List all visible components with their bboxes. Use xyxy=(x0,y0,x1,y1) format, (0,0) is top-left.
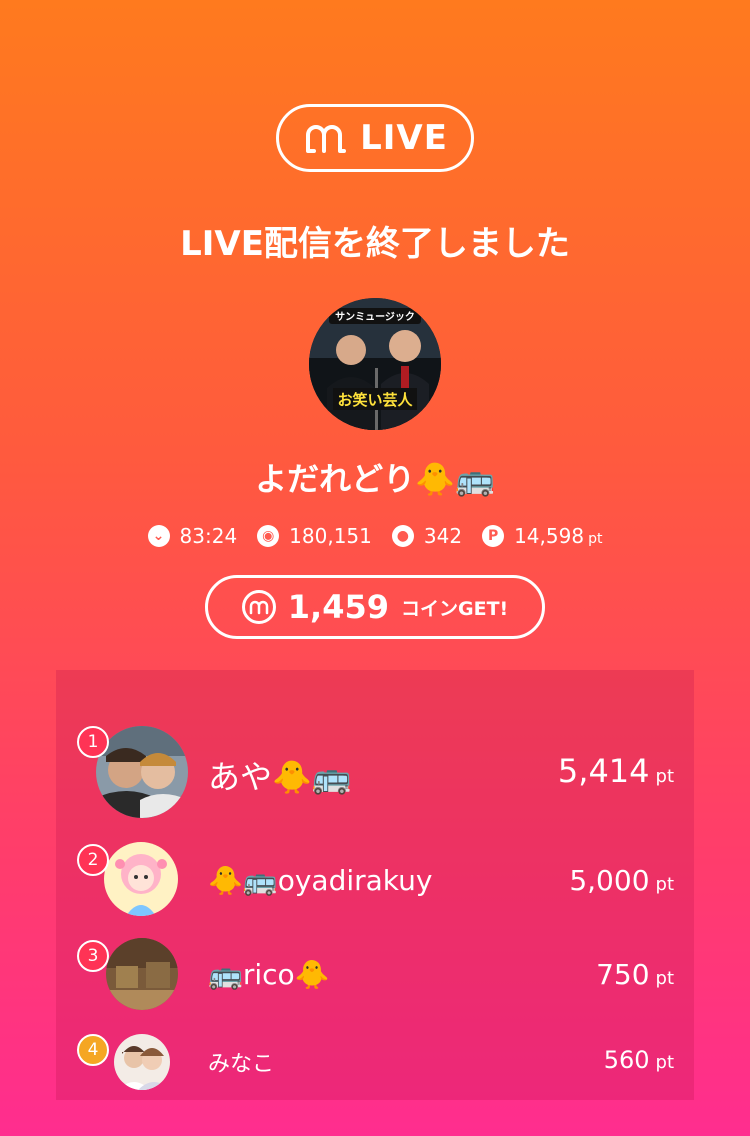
points-icon: P xyxy=(482,525,505,547)
ranking-score: 5,000 pt xyxy=(569,864,674,897)
host-name: よだれどり🐥🚌 xyxy=(255,460,495,498)
score-value: 5,000 xyxy=(569,864,650,897)
comment-bubble-icon: ● xyxy=(391,525,414,547)
rank-badge: 4 xyxy=(77,1034,109,1066)
avatar[interactable] xyxy=(104,842,178,916)
clock-icon: ⌄ xyxy=(147,525,170,547)
ranking-row[interactable]: 1 あや🐥🚌 5,414 pt xyxy=(56,724,694,820)
rank-badge: 3 xyxy=(77,940,109,972)
avatar[interactable] xyxy=(114,1034,170,1090)
score-value: 750 xyxy=(596,958,650,991)
coin-icon xyxy=(241,590,276,624)
ranking-score: 560 pt xyxy=(604,1046,674,1074)
logo-text: LIVE xyxy=(360,118,448,158)
duration-value: 83:24 xyxy=(179,524,238,548)
live-ended-title: LIVE配信を終了しました xyxy=(180,224,570,264)
ranking-row[interactable]: 3 🚌rico🐥 750 pt xyxy=(56,934,694,1014)
score-unit: pt xyxy=(655,766,674,787)
score-unit: pt xyxy=(655,968,674,989)
avatar[interactable] xyxy=(96,726,188,818)
score-unit: pt xyxy=(655,1052,674,1073)
ranking-username: 🐥🚌oyadirakuy xyxy=(208,864,433,897)
ranking-row[interactable]: 2 🐥🚌oyadirakuy 5,000 pt xyxy=(56,838,694,918)
stat-points: P 14,598 pt xyxy=(482,524,602,548)
ranking-username: 🚌rico🐥 xyxy=(208,958,330,991)
coin-amount: 1,459 xyxy=(287,588,389,626)
rank-badge: 2 xyxy=(77,844,109,876)
mirrativ-m-icon xyxy=(306,125,347,153)
avatar-caption-top: サンミュージック xyxy=(335,311,415,323)
avatar[interactable] xyxy=(106,938,178,1010)
stat-comments: ● 342 xyxy=(391,524,463,548)
rank-badge: 1 xyxy=(77,726,109,758)
coin-suffix: コインGET! xyxy=(401,597,509,620)
stat-duration: ⌄ 83:24 xyxy=(147,524,238,548)
host-avatar[interactable]: サンミュージック お笑い芸人 xyxy=(309,298,441,430)
points-unit: pt xyxy=(588,531,603,547)
ranking-score: 5,414 pt xyxy=(558,752,674,790)
live-logo: LIVE xyxy=(276,104,474,172)
stats-row: ⌄ 83:24 ◉ 180,151 ● 342 P 14,598 pt xyxy=(0,524,750,548)
avatar-caption-bottom: お笑い芸人 xyxy=(337,391,413,409)
ranking-username: あや🐥🚌 xyxy=(208,758,352,796)
score-value: 560 xyxy=(603,1046,650,1074)
ranking-username: みなこ xyxy=(208,1052,275,1077)
gift-ranking-panel: 1 あや🐥🚌 5,414pt 2 🐥🚌oyadirakuy 5,000pt xyxy=(56,670,694,1100)
comments-value: 342 xyxy=(423,524,463,548)
ranking-score: 750 pt xyxy=(596,958,674,991)
score-value: 5,414 xyxy=(557,752,650,790)
ranking-row[interactable]: 4 みなこ 560 pt xyxy=(56,1030,694,1094)
score-unit: pt xyxy=(655,874,674,895)
coins-earned-badge: 1,459 コインGET! xyxy=(205,575,545,639)
views-value: 180,151 xyxy=(289,524,372,548)
points-value: 14,598 xyxy=(514,524,585,548)
viewers-icon: ◉ xyxy=(257,525,280,547)
stat-views: ◉ 180,151 xyxy=(257,524,372,548)
